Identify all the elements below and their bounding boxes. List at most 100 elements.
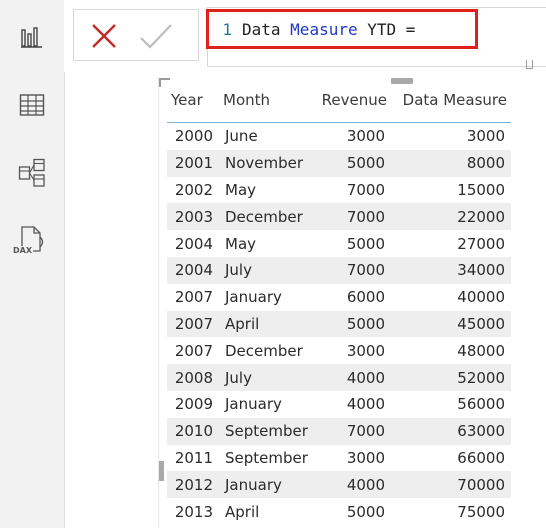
cell-revenue[interactable]: 5000 [315, 310, 391, 338]
cell-year[interactable]: 2007 [167, 310, 219, 338]
cell-year[interactable]: 2009 [167, 391, 219, 418]
cell-revenue[interactable]: 6000 [315, 284, 391, 311]
line-number: 1 [222, 20, 232, 39]
formula-measure-keyword: Measure [290, 20, 358, 39]
cell-month[interactable]: April [219, 310, 315, 338]
cell-revenue[interactable]: 5000 [315, 149, 391, 177]
cell-year[interactable]: 2013 [167, 498, 219, 525]
cell-revenue[interactable]: 3000 [315, 445, 391, 472]
cell-data-measure[interactable]: 63000 [391, 417, 511, 445]
cell-month[interactable]: September [219, 417, 315, 445]
formula-text: 1 Data Measure YTD = [208, 20, 415, 39]
cell-year[interactable]: 2007 [167, 337, 219, 364]
cell-revenue[interactable]: 7000 [315, 203, 391, 231]
cell-revenue[interactable]: 7000 [315, 256, 391, 284]
cell-year[interactable]: 2002 [167, 177, 219, 204]
cell-data-measure[interactable]: 75000 [391, 498, 511, 525]
table-row: 2011 September 3000 66000 [167, 445, 511, 472]
cell-data-measure[interactable]: 66000 [391, 445, 511, 472]
cell-revenue[interactable]: 3000 [315, 337, 391, 364]
table-row: 2010 September 7000 63000 [167, 417, 511, 445]
table-row: 2008 July 4000 52000 [167, 364, 511, 391]
table-row: 2004 May 5000 27000 [167, 230, 511, 257]
table-header-row: Year Month Revenue Data Measure [167, 78, 511, 123]
cell-data-measure[interactable]: 27000 [391, 230, 511, 257]
cell-revenue[interactable]: 4000 [315, 391, 391, 418]
cell-month[interactable]: January [219, 284, 315, 311]
table-row: 2001 November 5000 8000 [167, 149, 511, 177]
report-view-icon[interactable] [15, 20, 49, 54]
cell-year[interactable]: 2001 [167, 149, 219, 177]
cell-month[interactable]: July [219, 256, 315, 284]
table-row: 2000 June 3000 3000 [167, 123, 511, 150]
cell-month[interactable]: May [219, 230, 315, 257]
column-header-data-measure[interactable]: Data Measure [391, 78, 511, 123]
cell-month[interactable]: September [219, 445, 315, 472]
cell-revenue[interactable]: 3000 [315, 123, 391, 150]
cell-data-measure[interactable]: 15000 [391, 177, 511, 204]
cell-revenue[interactable]: 5000 [315, 230, 391, 257]
table-row: 2002 May 7000 15000 [167, 177, 511, 204]
table-row: 2012 January 4000 70000 [167, 471, 511, 499]
cell-data-measure[interactable]: 48000 [391, 337, 511, 364]
dax-label: DAX [12, 246, 33, 255]
cell-year[interactable]: 2004 [167, 256, 219, 284]
cell-year[interactable]: 2000 [167, 123, 219, 150]
cell-month[interactable]: April [219, 498, 315, 525]
cell-revenue[interactable]: 4000 [315, 364, 391, 391]
cell-month[interactable]: January [219, 471, 315, 499]
cell-revenue[interactable]: 7000 [315, 417, 391, 445]
cell-month[interactable]: November [219, 149, 315, 177]
cell-data-measure[interactable]: 34000 [391, 256, 511, 284]
cell-revenue[interactable]: 7000 [315, 177, 391, 204]
cell-month[interactable]: January [219, 391, 315, 418]
cell-year[interactable]: 2012 [167, 471, 219, 499]
formula-bar: 1 Data Measure YTD = [64, 0, 546, 72]
data-table-container: Year Month Revenue Data Measure 2000 Jun… [158, 78, 543, 528]
cell-data-measure[interactable]: 8000 [391, 149, 511, 177]
cell-month[interactable]: December [219, 337, 315, 364]
cell-data-measure[interactable]: 22000 [391, 203, 511, 231]
table-row: 2007 January 6000 40000 [167, 284, 511, 311]
editor-resize-grip[interactable] [526, 60, 533, 69]
table-row: 2003 December 7000 22000 [167, 203, 511, 231]
cell-year[interactable]: 2004 [167, 230, 219, 257]
cell-year[interactable]: 2010 [167, 417, 219, 445]
cancel-formula-button[interactable] [86, 18, 122, 54]
data-view-icon[interactable] [15, 88, 49, 122]
cell-month[interactable]: December [219, 203, 315, 231]
data-table: Year Month Revenue Data Measure 2000 Jun… [167, 78, 511, 525]
cell-year[interactable]: 2007 [167, 284, 219, 311]
table-row: 2007 December 3000 48000 [167, 337, 511, 364]
table-row: 2013 April 5000 75000 [167, 498, 511, 525]
cell-revenue[interactable]: 4000 [315, 471, 391, 499]
cell-month[interactable]: May [219, 177, 315, 204]
cell-data-measure[interactable]: 70000 [391, 471, 511, 499]
cell-year[interactable]: 2003 [167, 203, 219, 231]
table-row: 2009 January 4000 56000 [167, 391, 511, 418]
cell-month[interactable]: June [219, 123, 315, 150]
cell-data-measure[interactable]: 56000 [391, 391, 511, 418]
cell-month[interactable]: July [219, 364, 315, 391]
cell-data-measure[interactable]: 45000 [391, 310, 511, 338]
formula-editor[interactable]: 1 Data Measure YTD = [207, 7, 546, 69]
formula-rest: YTD = [357, 20, 416, 39]
table-row: 2007 April 5000 45000 [167, 310, 511, 338]
column-header-year[interactable]: Year [167, 78, 219, 123]
cell-year[interactable]: 2008 [167, 364, 219, 391]
cell-data-measure[interactable]: 3000 [391, 123, 511, 150]
cell-year[interactable]: 2011 [167, 445, 219, 472]
formula-name-part: Data [242, 20, 291, 39]
cell-data-measure[interactable]: 40000 [391, 284, 511, 311]
view-switcher-rail: DAX [0, 0, 65, 528]
cell-data-measure[interactable]: 52000 [391, 364, 511, 391]
model-view-icon[interactable] [15, 156, 49, 190]
table-row: 2004 July 7000 34000 [167, 256, 511, 284]
dax-query-view-icon[interactable]: DAX [12, 224, 49, 258]
row-resize-grip[interactable] [159, 461, 164, 481]
commit-formula-button[interactable] [138, 18, 174, 54]
column-header-revenue[interactable]: Revenue [315, 78, 391, 123]
formula-commit-controls [73, 9, 199, 61]
cell-revenue[interactable]: 5000 [315, 498, 391, 525]
column-header-month[interactable]: Month [219, 78, 315, 123]
